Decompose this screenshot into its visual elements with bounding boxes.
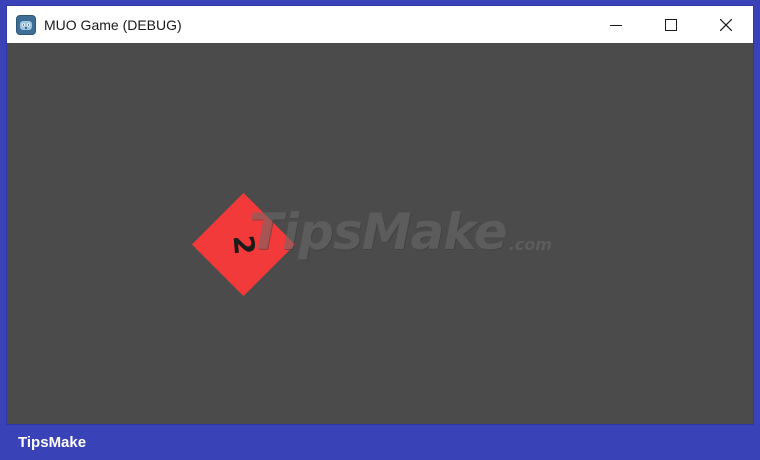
godot-engine-icon: [16, 14, 36, 35]
title-bar[interactable]: MUO Game (DEBUG): [7, 6, 753, 43]
watermark: TipsMake .com: [249, 201, 552, 257]
maximize-icon: [664, 18, 677, 31]
window-title: MUO Game (DEBUG): [44, 16, 182, 33]
minimize-button[interactable]: [588, 6, 643, 43]
footer-bar: TipsMake: [0, 426, 760, 460]
game-window: MUO Game (DEBUG) 2 TipsMake .com: [6, 5, 754, 425]
minimize-icon: [609, 24, 622, 26]
close-button[interactable]: [698, 6, 753, 43]
close-icon: [719, 18, 732, 31]
watermark-suffix: .com: [508, 235, 552, 254]
footer-brand: TipsMake: [18, 434, 87, 451]
sprite-label: 2: [226, 233, 262, 256]
player-sprite: 2: [191, 192, 296, 297]
window-controls: [588, 6, 753, 43]
game-viewport[interactable]: 2 TipsMake .com: [7, 43, 753, 424]
maximize-button[interactable]: [643, 6, 698, 43]
